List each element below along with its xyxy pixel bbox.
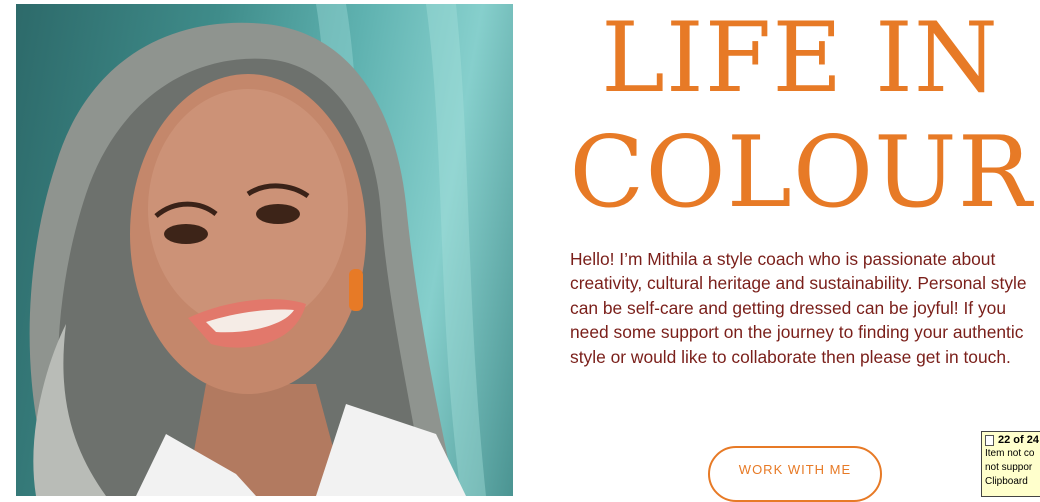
hero-title-line1: LIFE IN bbox=[601, 2, 999, 114]
bio-text: Hello! I’m Mithila a style coach who is … bbox=[570, 249, 1027, 367]
clipboard-tooltip-header: 22 of 24 bbox=[985, 433, 1040, 447]
clipboard-icon bbox=[985, 434, 994, 446]
hero-title-line2: COLOUR bbox=[569, 116, 1033, 230]
portrait-photo bbox=[16, 4, 513, 496]
clipboard-tooltip: 22 of 24 Item not co not suppor Clipboar… bbox=[981, 431, 1040, 497]
clipboard-message-line1: Item not co bbox=[985, 448, 1035, 459]
clipboard-count: 22 of 24 bbox=[998, 434, 1039, 446]
portrait-illustration bbox=[29, 4, 486, 496]
clipboard-message-line2: not suppor bbox=[985, 462, 1033, 473]
work-with-me-button[interactable]: WORK WITH ME bbox=[708, 446, 882, 502]
clipboard-message-line3: Clipboard bbox=[985, 476, 1028, 487]
